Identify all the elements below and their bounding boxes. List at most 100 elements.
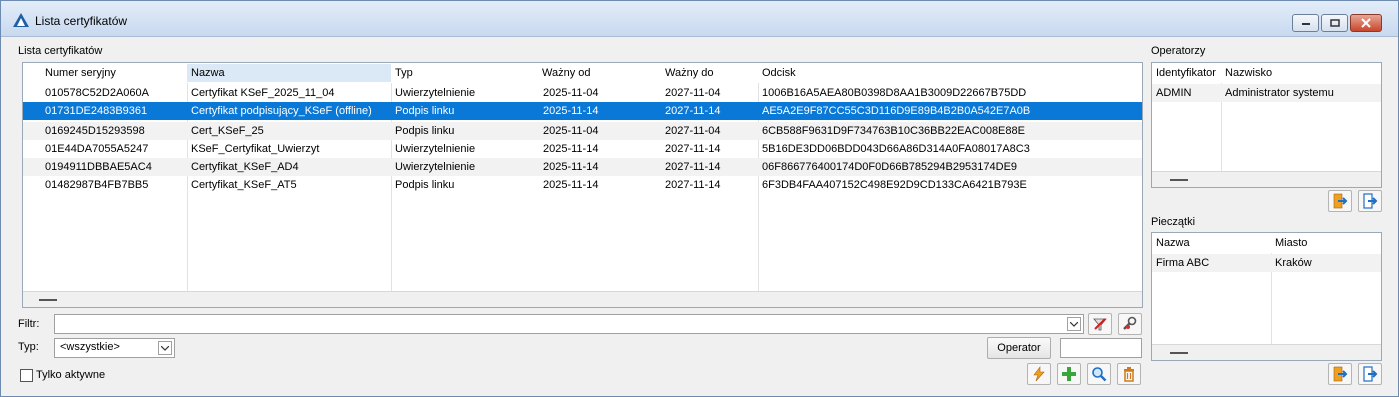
table-row[interactable]: 01482987B4FB7BB5 Certyfikat_KSeF_AT5 Pod… — [23, 176, 1142, 194]
column-header-valid-from[interactable]: Ważny od — [538, 64, 658, 82]
type-filter-select[interactable]: <wszystkie> — [54, 338, 175, 358]
column-header-stamp-name[interactable]: Nazwa — [1152, 234, 1271, 252]
cell-surname: Administrator systemu — [1225, 87, 1334, 99]
plus-icon — [1062, 367, 1076, 381]
stamps-table[interactable]: Nazwa Miasto Firma ABC Kraków — [1151, 232, 1382, 361]
minimize-button[interactable] — [1292, 14, 1319, 32]
cell-type: Podpis linku — [395, 125, 455, 137]
footer-dash-icon — [39, 299, 57, 301]
certificates-header: Numer seryjny Nazwa Typ Ważny od Ważny d… — [23, 63, 1142, 83]
operator-button[interactable]: Operator — [987, 337, 1051, 359]
clear-filter-button[interactable] — [1088, 313, 1112, 335]
cell-thumbprint: 06F866776400174D0F0D66B785294B2953174DE9 — [762, 161, 1018, 173]
delete-button[interactable] — [1117, 363, 1141, 385]
operators-table[interactable]: Identyfikator Nazwisko ADMIN Administrat… — [1151, 62, 1382, 188]
wrench-icon — [1123, 316, 1137, 330]
cell-stamp-name: Firma ABC — [1156, 257, 1210, 269]
footer-dash-icon — [1170, 352, 1188, 354]
app-logo-icon — [13, 13, 29, 27]
cell-valid-to: 2027-11-14 — [665, 143, 721, 155]
type-filter-value: <wszystkie> — [60, 341, 120, 353]
column-header-identifier[interactable]: Identyfikator — [1152, 64, 1221, 82]
cell-serial: 01E44DA7055A5247 — [45, 143, 149, 155]
import-icon — [1333, 193, 1348, 209]
operator-import-button[interactable] — [1328, 190, 1352, 212]
column-header-surname[interactable]: Nazwisko — [1221, 64, 1381, 82]
cell-thumbprint: 6CB588F9631D9F734763B10C36BB22EAC008E88E — [762, 125, 1025, 137]
cell-city: Kraków — [1275, 257, 1312, 269]
preview-button[interactable] — [1087, 363, 1111, 385]
cell-name: Certyfikat KSeF_2025_11_04 — [191, 87, 335, 99]
cell-valid-to: 2027-11-04 — [665, 125, 721, 137]
magnifier-icon — [1092, 367, 1107, 382]
table-row[interactable]: ADMIN Administrator systemu — [1152, 84, 1381, 102]
cell-type: Uwierzytelnienie — [395, 161, 476, 173]
title-bar: Lista certyfikatów — [1, 1, 1398, 37]
table-row[interactable]: 010578C52D2A060A Certyfikat KSeF_2025_11… — [23, 84, 1142, 102]
cell-thumbprint: 5B16DE3DD06BDD043D66A86D314A0FA08017A8C3 — [762, 143, 1030, 155]
footer-dash-icon — [1170, 179, 1188, 181]
import-icon — [1333, 366, 1348, 382]
stamps-section-label: Pieczątki — [1151, 216, 1196, 228]
cell-serial: 010578C52D2A060A — [45, 87, 149, 99]
cell-valid-to: 2027-11-14 — [665, 179, 721, 191]
type-dropdown-button[interactable] — [158, 341, 172, 355]
maximize-icon — [1329, 19, 1340, 27]
cell-valid-from: 2025-11-14 — [543, 143, 599, 155]
cell-valid-to: 2027-11-04 — [665, 87, 721, 99]
cell-type: Uwierzytelnienie — [395, 87, 476, 99]
stamps-header: Nazwa Miasto — [1152, 233, 1381, 253]
table-row[interactable]: Firma ABC Kraków — [1152, 254, 1381, 272]
close-window-button[interactable] — [1350, 14, 1382, 32]
cell-valid-from: 2025-11-14 — [543, 179, 599, 191]
table-row[interactable]: 01731DE2483B9361 Certyfikat podpisujący_… — [23, 102, 1142, 120]
cell-name: Cert_KSeF_25 — [191, 125, 264, 137]
window-title: Lista certyfikatów — [35, 14, 128, 28]
active-only-checkbox[interactable] — [20, 369, 33, 382]
filter-input[interactable] — [54, 314, 1084, 334]
chevron-down-icon — [161, 345, 169, 351]
cell-name: KSeF_Certyfikat_Uwierzyt — [191, 143, 320, 155]
operator-export-button[interactable] — [1358, 190, 1382, 212]
column-header-valid-to[interactable]: Ważny do — [661, 64, 761, 82]
minimize-icon — [1301, 23, 1310, 25]
column-header-name[interactable]: Nazwa — [187, 64, 391, 82]
operator-input[interactable] — [1060, 338, 1142, 358]
filter-dropdown-button[interactable] — [1067, 317, 1081, 331]
cell-type: Podpis linku — [395, 179, 455, 191]
cell-thumbprint: 1006B16A5AEA80B0398D8AA1B3009D22667B75DD — [762, 87, 1027, 99]
table-row[interactable]: 0194911DBBAE5AC4 Certyfikat_KSeF_AD4 Uwi… — [23, 158, 1142, 176]
stamp-import-button[interactable] — [1328, 363, 1352, 385]
table-footer — [1152, 171, 1381, 187]
stamp-export-button[interactable] — [1358, 363, 1382, 385]
column-header-type[interactable]: Typ — [391, 64, 541, 82]
cell-serial: 01731DE2483B9361 — [45, 105, 148, 117]
certificates-table[interactable]: Numer seryjny Nazwa Typ Ważny od Ważny d… — [22, 62, 1143, 308]
filter-settings-button[interactable] — [1118, 313, 1142, 335]
export-icon — [1363, 366, 1378, 382]
table-footer — [1152, 344, 1381, 360]
table-row[interactable]: 01E44DA7055A5247 KSeF_Certyfikat_Uwierzy… — [23, 140, 1142, 158]
table-row[interactable]: 0169245D15293598 Cert_KSeF_25 Podpis lin… — [23, 122, 1142, 140]
certificate-list-window: Lista certyfikatów Lista certyfikatów Nu… — [0, 0, 1399, 397]
column-header-serial[interactable]: Numer seryjny — [41, 64, 185, 82]
cell-serial: 0169245D15293598 — [45, 125, 145, 137]
cell-valid-from: 2025-11-04 — [543, 125, 599, 137]
cell-name: Certyfikat_KSeF_AT5 — [191, 179, 297, 191]
maximize-button[interactable] — [1321, 14, 1348, 32]
cell-valid-to: 2027-11-14 — [665, 161, 721, 173]
cell-thumbprint: 6F3DB4FAA407152C498E92D9CD133CA6421B793E — [762, 179, 1027, 191]
operators-header: Identyfikator Nazwisko — [1152, 63, 1381, 83]
trash-icon — [1124, 367, 1134, 382]
cell-name: Certyfikat podpisujący_KSeF (offline) — [191, 105, 372, 117]
cell-valid-from: 2025-11-14 — [543, 161, 599, 173]
table-footer — [23, 291, 1142, 307]
add-button[interactable] — [1057, 363, 1081, 385]
column-header-city[interactable]: Miasto — [1271, 234, 1381, 252]
cell-serial: 01482987B4FB7BB5 — [45, 179, 149, 191]
filter-label: Filtr: — [18, 318, 40, 330]
column-header-thumbprint[interactable]: Odcisk — [758, 64, 1058, 82]
execute-button[interactable] — [1027, 363, 1051, 385]
chevron-down-icon — [1070, 321, 1078, 327]
cell-identifier: ADMIN — [1156, 87, 1192, 99]
